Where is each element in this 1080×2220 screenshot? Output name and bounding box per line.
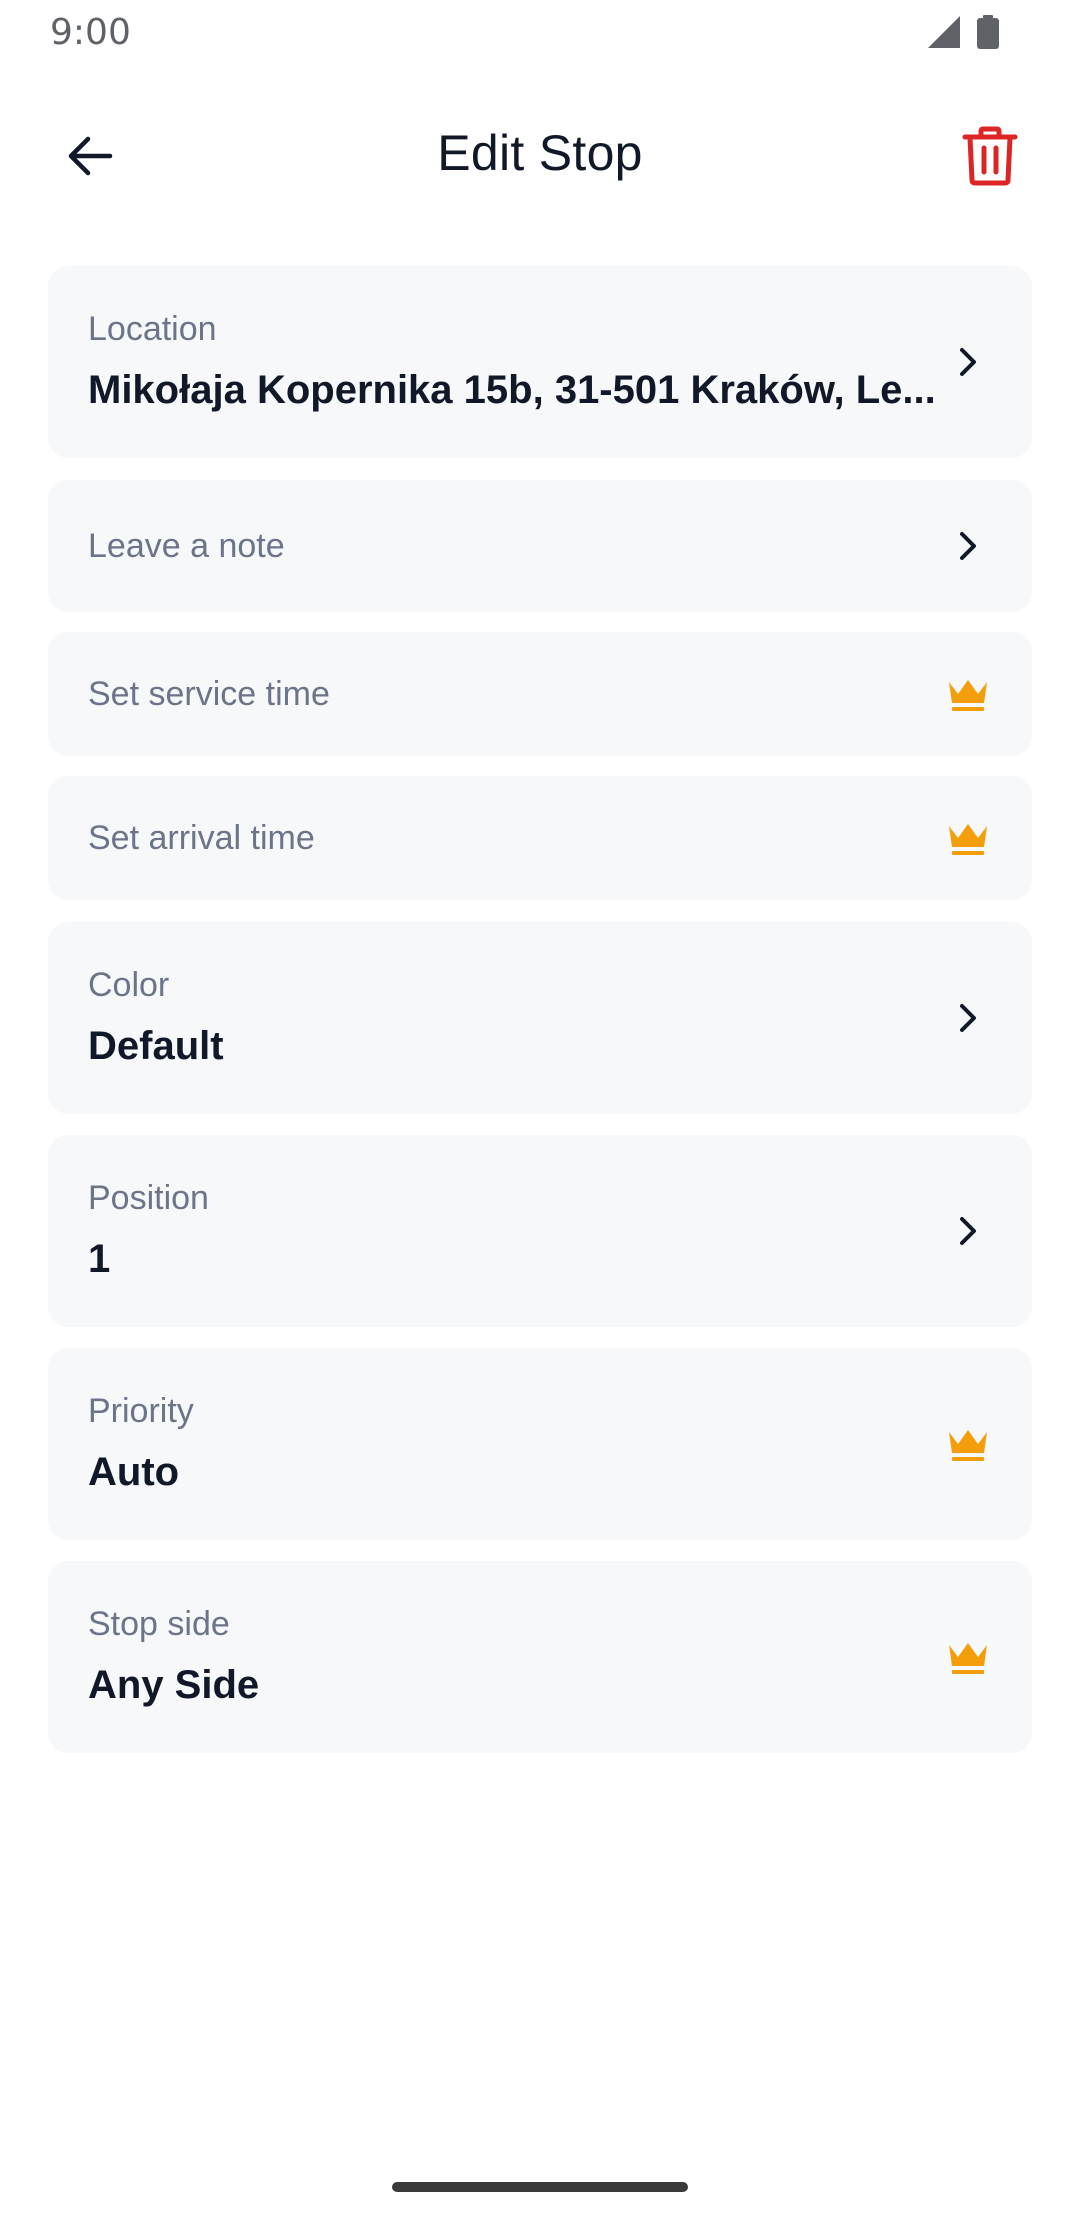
crown-icon bbox=[940, 810, 996, 866]
status-time: 9:00 bbox=[50, 12, 131, 53]
app-bar: Edit Stop bbox=[0, 100, 1080, 212]
stop-side-field[interactable]: Stop side Any Side bbox=[48, 1561, 1032, 1753]
priority-label: Priority bbox=[88, 1392, 194, 1430]
crown-icon bbox=[940, 666, 996, 722]
arrival-time-field[interactable]: Set arrival time bbox=[48, 776, 1032, 900]
chevron-right-icon bbox=[940, 990, 996, 1046]
color-value: Default bbox=[88, 1024, 224, 1068]
color-field[interactable]: Color Default bbox=[48, 922, 1032, 1114]
location-field[interactable]: Location Mikołaja Kopernika 15b, 31-501 … bbox=[48, 266, 1032, 458]
stop-side-value: Any Side bbox=[88, 1663, 260, 1707]
delete-stop-button[interactable] bbox=[952, 120, 1028, 196]
position-field[interactable]: Position 1 bbox=[48, 1135, 1032, 1327]
battery-icon bbox=[976, 14, 1000, 55]
arrival-time-label: Set arrival time bbox=[88, 818, 315, 857]
service-time-field[interactable]: Set service time bbox=[48, 632, 1032, 756]
crown-icon bbox=[940, 1416, 996, 1472]
status-icons bbox=[926, 14, 1000, 55]
chevron-right-icon bbox=[940, 518, 996, 574]
priority-value: Auto bbox=[88, 1450, 180, 1494]
position-label: Position bbox=[88, 1179, 209, 1217]
color-label: Color bbox=[88, 966, 170, 1004]
stop-side-label: Stop side bbox=[88, 1605, 230, 1643]
priority-field[interactable]: Priority Auto bbox=[48, 1348, 1032, 1540]
chevron-right-icon bbox=[940, 1203, 996, 1259]
location-value: Mikołaja Kopernika 15b, 31-501 Kraków, L… bbox=[88, 368, 936, 412]
trash-icon bbox=[962, 126, 1018, 191]
location-label: Location bbox=[88, 310, 217, 348]
signal-icon bbox=[926, 14, 962, 55]
service-time-label: Set service time bbox=[88, 674, 330, 713]
chevron-right-icon bbox=[940, 334, 996, 390]
page-title: Edit Stop bbox=[437, 125, 643, 181]
note-label: Leave a note bbox=[88, 526, 285, 565]
home-indicator[interactable] bbox=[392, 2182, 688, 2192]
crown-icon bbox=[940, 1629, 996, 1685]
status-bar: 9:00 bbox=[0, 0, 1080, 66]
position-value: 1 bbox=[88, 1237, 111, 1281]
note-field[interactable]: Leave a note bbox=[48, 480, 1032, 612]
